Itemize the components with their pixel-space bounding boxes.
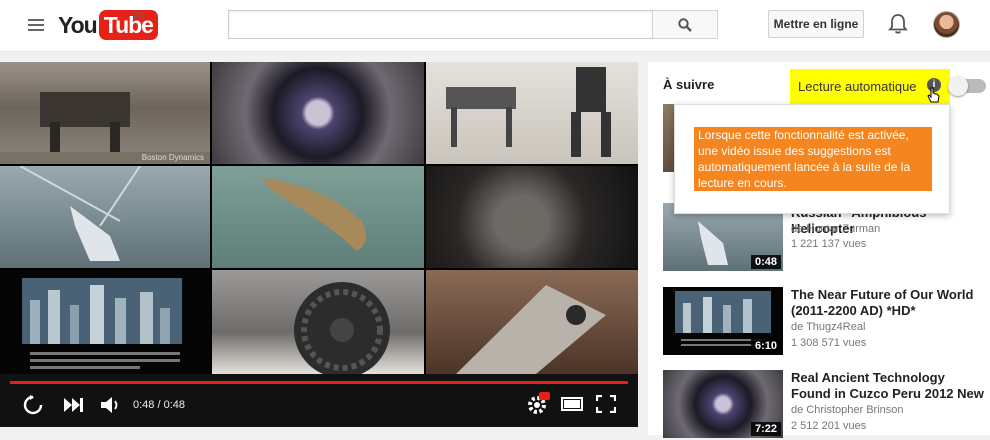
- helicopter-shape: [19, 166, 141, 261]
- settings-icon[interactable]: [526, 392, 550, 416]
- robot-dog-shape: [0, 92, 210, 164]
- video-thumbnail[interactable]: 6:10: [663, 287, 783, 355]
- frame-city: [0, 270, 210, 374]
- frame-robots: [426, 62, 638, 164]
- wheel-shape: [294, 282, 390, 374]
- autoplay-label: Lecture automatique: [798, 79, 917, 94]
- toggle-knob: [948, 76, 968, 96]
- menu-icon[interactable]: [28, 19, 44, 33]
- video-views: 2 512 201 vues: [791, 420, 867, 432]
- list-item[interactable]: 6:10 The Near Future of Our World (2011-…: [663, 287, 990, 357]
- autoplay-toggle[interactable]: [948, 76, 986, 96]
- frame-robot-dog: Boston Dynamics: [0, 62, 210, 164]
- drill-shape: [456, 285, 606, 374]
- player-controls: 0:48 / 0:48: [0, 374, 638, 427]
- logo-tube-text: Tube: [98, 10, 158, 40]
- video-author: de Hontar Zurman: [791, 223, 881, 235]
- video-title[interactable]: The Near Future of Our World (2011-2200 …: [791, 287, 986, 319]
- video-author: de Thugz4Real: [791, 321, 866, 333]
- next-icon[interactable]: [64, 398, 84, 412]
- tile-credit: Boston Dynamics: [141, 153, 204, 162]
- duration-badge: 6:10: [750, 339, 781, 353]
- search-button[interactable]: [652, 10, 718, 39]
- frame-amphibian: [212, 166, 424, 268]
- autoplay-highlight: Lecture automatique i: [790, 69, 950, 104]
- video-player[interactable]: Boston Dynamics 0:48 / 0:48: [0, 62, 638, 427]
- video-author: de Christopher Brinson: [791, 404, 904, 416]
- video-frame: Boston Dynamics: [0, 62, 638, 374]
- frame-mech: [426, 166, 638, 268]
- duration-badge: 0:48: [750, 255, 781, 269]
- bell-icon[interactable]: [888, 13, 908, 35]
- upload-button[interactable]: Mettre en ligne: [768, 10, 864, 38]
- time-display: 0:48 / 0:48: [133, 399, 185, 411]
- search-input[interactable]: [228, 10, 653, 39]
- logo-you-text: You: [58, 11, 98, 38]
- avatar[interactable]: [933, 11, 960, 38]
- video-title[interactable]: Real Ancient Technology Found in Cuzco P…: [791, 370, 986, 402]
- amphibian-shape: [262, 178, 366, 251]
- region-label: FR: [133, 11, 145, 21]
- up-next-heading: À suivre: [663, 77, 715, 92]
- frame-helicopter: [0, 166, 210, 268]
- replay-icon[interactable]: [22, 394, 44, 416]
- frame-drill: [426, 270, 638, 374]
- tooltip-text: Lorsque cette fonctionnalité est activée…: [694, 127, 932, 191]
- frame-tunnel: [212, 62, 424, 164]
- city-shape: [22, 278, 182, 369]
- robots-shape: [446, 67, 611, 157]
- volume-icon[interactable]: [101, 396, 121, 414]
- list-item[interactable]: 7:22 Real Ancient Technology Found in Cu…: [663, 370, 990, 440]
- duration-badge: 7:22: [750, 422, 781, 436]
- video-views: 1 308 571 vues: [791, 337, 867, 349]
- fullscreen-icon[interactable]: [596, 395, 616, 413]
- autoplay-tooltip: Lorsque cette fonctionnalité est activée…: [674, 104, 950, 214]
- masthead: You Tube FR Mettre en ligne: [0, 0, 990, 52]
- video-thumbnail[interactable]: 7:22: [663, 370, 783, 438]
- search-icon: [678, 17, 692, 32]
- frame-wheel: [212, 270, 424, 374]
- theater-icon[interactable]: [561, 397, 583, 411]
- video-views: 1 221 137 vues: [791, 238, 867, 250]
- cursor-icon: [927, 87, 940, 103]
- progress-fill: [10, 381, 628, 384]
